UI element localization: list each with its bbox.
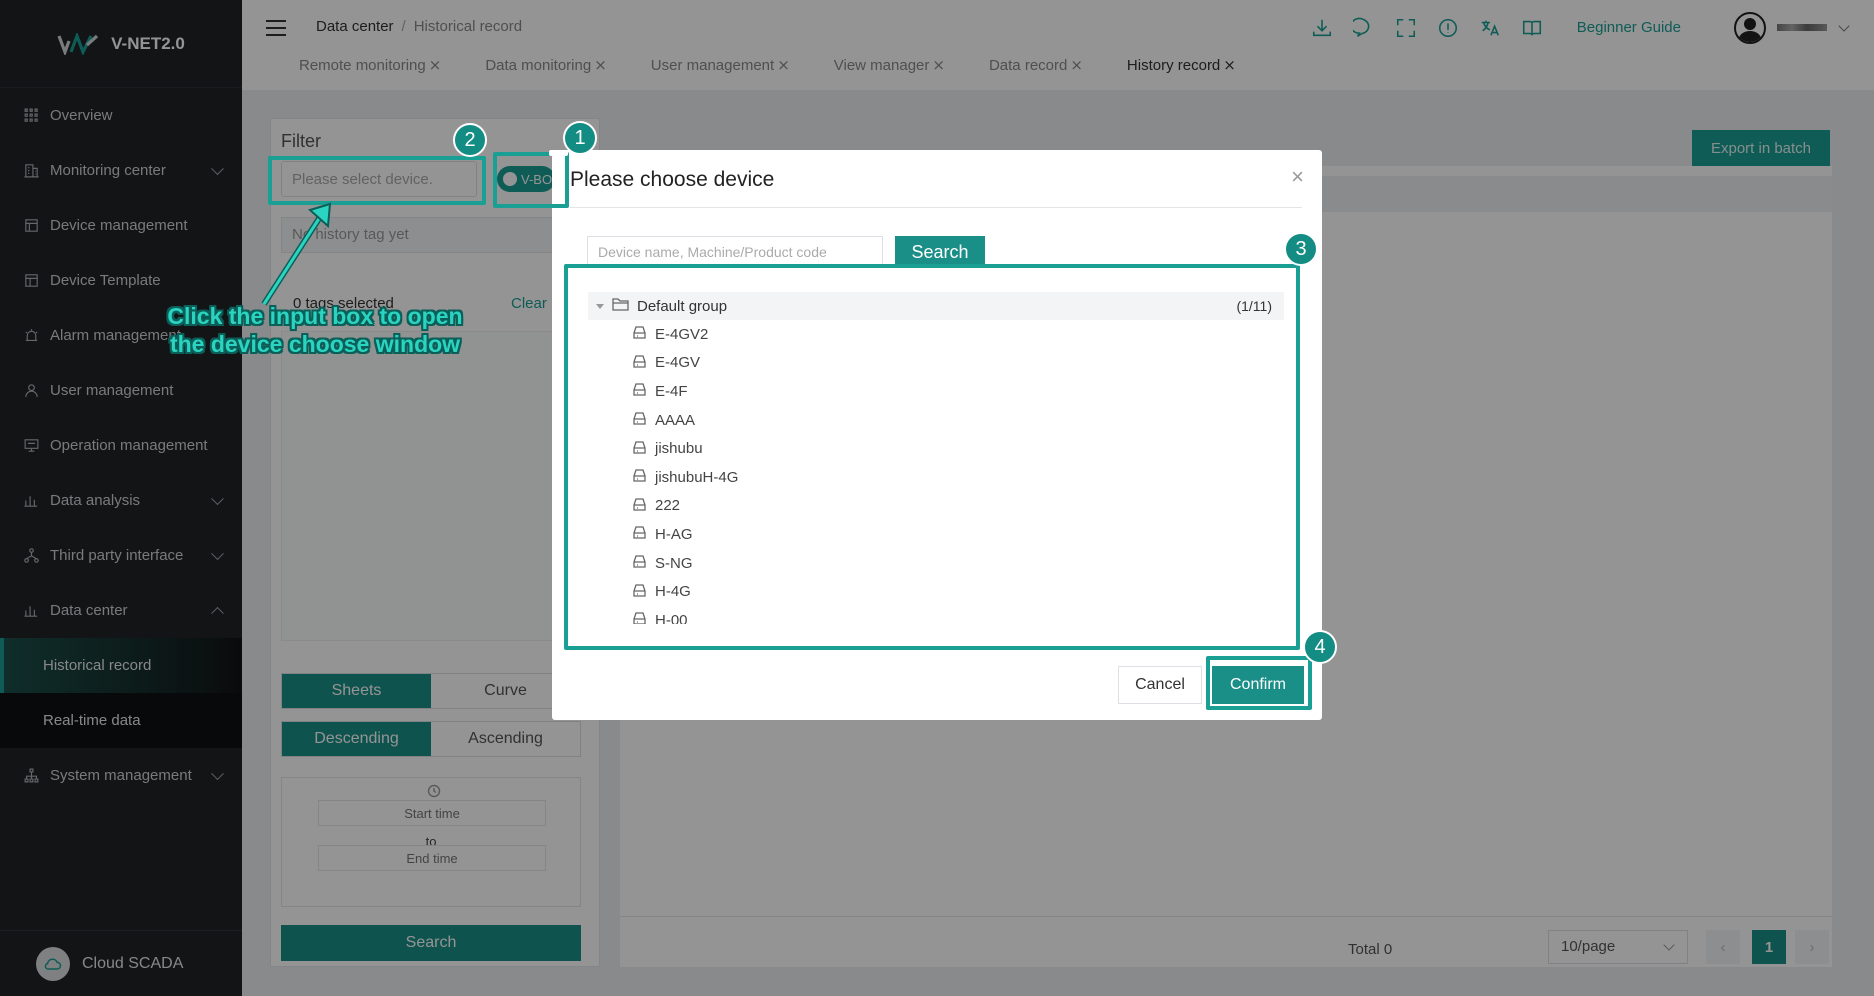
dialog-divider [570,207,1302,208]
app-root: V-NET2.0 Overview Monitoring center Device… [0,0,1874,996]
step-badge-4: 4 [1303,630,1337,664]
highlight-toggle-notch [549,150,568,156]
highlight-toggle [493,152,569,208]
highlight-device-tree [564,264,1300,650]
close-icon[interactable]: × [1291,164,1304,190]
highlight-device-input [268,156,486,205]
dialog-title: Please choose device [570,168,775,191]
highlight-confirm-button [1206,656,1312,710]
step-badge-1: 1 [563,121,597,155]
step-badge-2: 2 [453,123,487,157]
cancel-button[interactable]: Cancel [1118,666,1202,704]
callout-arrow-icon [261,202,332,306]
step-badge-3: 3 [1284,232,1318,266]
callout-text: Click the input box to open the device c… [167,303,463,357]
